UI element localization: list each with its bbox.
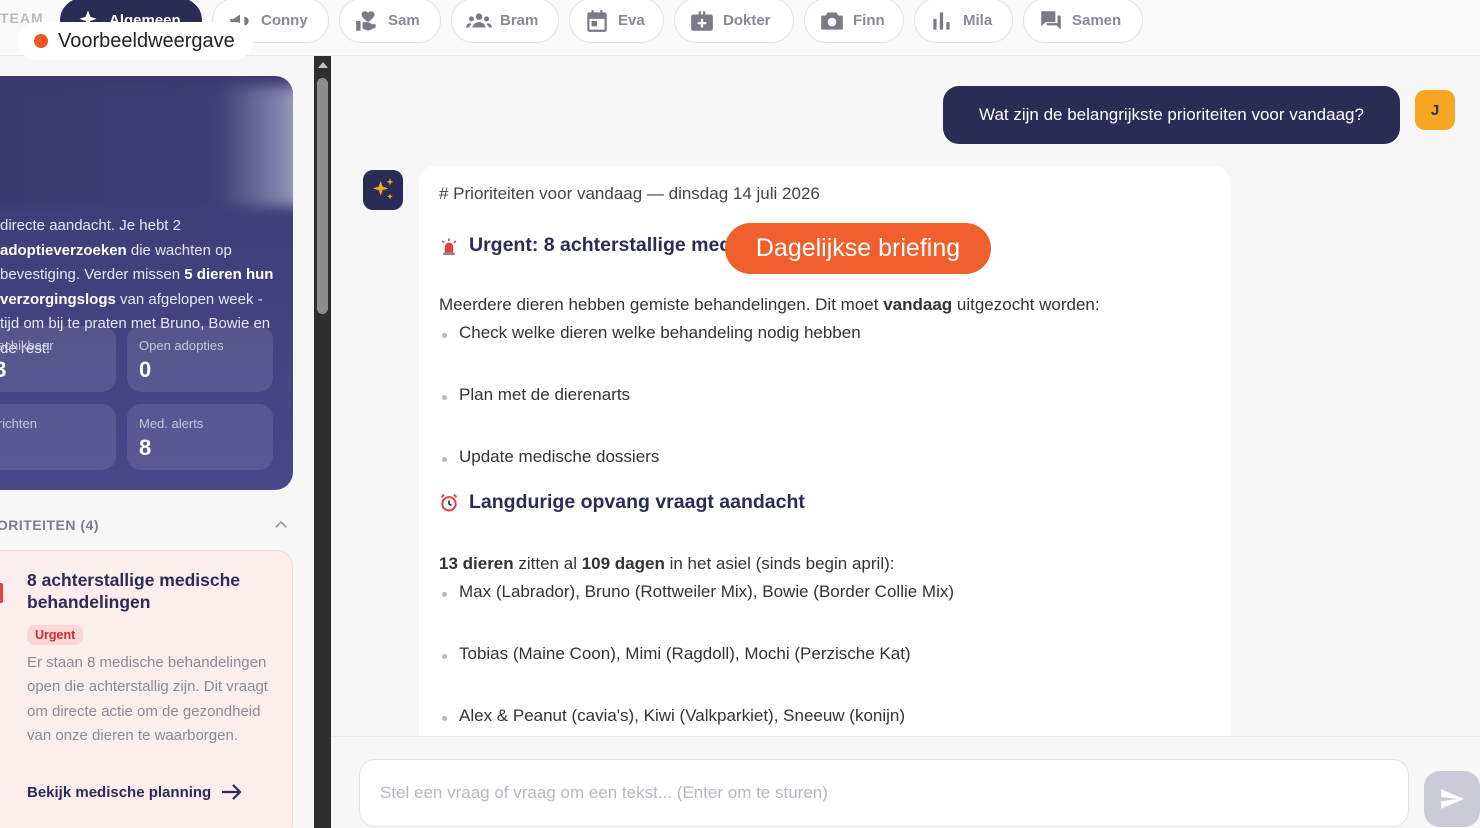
preview-mode-badge: Voorbeeldweergave <box>18 22 253 60</box>
calendar-icon <box>587 9 607 32</box>
list-item: Update medische dossiers <box>439 447 1219 487</box>
blurred-header <box>0 86 293 206</box>
list-item: Alex & Peanut (cavia's), Kiwi (Valkparki… <box>439 706 1219 736</box>
intro-bold: vandaag <box>883 295 953 314</box>
intro-bold: 13 dieren <box>439 554 514 573</box>
status-dot <box>34 34 48 48</box>
tab-sam[interactable]: Sam <box>339 0 441 43</box>
longstay-intro: 13 dieren zitten al 109 dagen in het asi… <box>439 554 1219 574</box>
intro-bold: 109 dagen <box>581 554 665 573</box>
chat-icon <box>1041 10 1061 30</box>
stat-open-adopties: Open adopties 0 <box>127 326 273 392</box>
tab-bram[interactable]: Bram <box>451 0 559 43</box>
stat-med-alerts: Med. alerts 8 <box>127 404 273 470</box>
summary-hero-card: directe aandacht. Je hebt 2 adoptieverzo… <box>0 76 293 490</box>
tab-label: Dokter <box>723 12 771 29</box>
user-message-bubble: Wat zijn de belangrijkste prioriteiten v… <box>943 86 1400 144</box>
chat-input[interactable]: Stel een vraag of vraag om een tekst... … <box>359 759 1409 827</box>
stat-value: 0 <box>139 357 152 382</box>
intro-text-end: uitgezocht worden: <box>952 295 1100 314</box>
list-item: Plan met de dierenarts <box>439 385 1219 447</box>
urgent-badge: Urgent <box>27 625 84 645</box>
list-item: Max (Labrador), Bruno (Rottweiler Mix), … <box>439 582 1219 644</box>
chat-input-bar: Stel een vraag of vraag om een tekst... … <box>331 736 1480 828</box>
stat-value: 13 <box>0 357 7 382</box>
preview-label: Voorbeeldweergave <box>58 29 235 52</box>
stat-label: Med. alerts <box>139 416 204 431</box>
response-heading: # Prioriteiten voor vandaag — dinsdag 14… <box>439 184 820 203</box>
priorities-section-header[interactable]: PRIORITEITEN (4) <box>0 516 290 534</box>
sidebar: directe aandacht. Je hebt 2 adoptieverzo… <box>0 56 314 828</box>
chat-area: Wat zijn de belangrijkste prioriteiten v… <box>331 56 1480 736</box>
longstay-heading: Langdurige opvang vraagt aandacht <box>439 491 1219 514</box>
scrollbar-thumb[interactable] <box>317 78 328 314</box>
stat-value: 8 <box>139 435 152 460</box>
intro-text: Meerdere dieren hebben gemiste behandeli… <box>439 295 884 314</box>
send-icon <box>1441 789 1464 809</box>
intro-text: zitten al <box>513 554 582 573</box>
tab-label: Samen <box>1072 12 1122 29</box>
stat-beschikbaar: Beschikbaar 13 <box>0 326 116 392</box>
stat-label: Berichten <box>0 416 37 431</box>
chevron-up-icon[interactable] <box>272 516 290 534</box>
urgent-marker-icon <box>0 583 3 603</box>
sidebar-scrollbar[interactable] <box>314 56 331 828</box>
sparkle-icon <box>372 178 394 200</box>
section-title: PRIORITEITEN (4) <box>0 517 100 533</box>
tab-finn[interactable]: Finn <box>804 0 904 43</box>
send-button[interactable] <box>1424 771 1480 827</box>
tab-samen[interactable]: Samen <box>1023 0 1143 43</box>
urgent-intro: Meerdere dieren hebben gemiste behandeli… <box>439 295 1219 315</box>
tab-label: Bram <box>500 12 539 29</box>
assistant-avatar <box>363 170 403 210</box>
view-medical-planning-link[interactable]: Bekijk medische planning <box>27 783 243 801</box>
summary-text-start: directe aandacht. Je hebt 2 <box>0 217 181 234</box>
link-label: Bekijk medische planning <box>27 783 212 801</box>
camera-icon <box>821 11 843 30</box>
tab-label: Finn <box>853 12 885 29</box>
tab-mila[interactable]: Mila <box>914 0 1013 43</box>
summary-text-bold: adoptieverzoeken <box>0 241 127 259</box>
user-avatar: J <box>1415 90 1455 130</box>
tab-label: Sam <box>388 12 420 29</box>
tab-label: Conny <box>261 12 308 29</box>
priority-title: 8 achterstallige medische behandelingen <box>27 570 241 612</box>
arrow-right-icon <box>222 784 242 800</box>
user-message-text: Wat zijn de belangrijkste prioriteiten v… <box>979 105 1364 124</box>
medkit-icon <box>691 10 713 31</box>
urgent-list: Check welke dieren welke behandeling nod… <box>439 323 1219 487</box>
bar-chart-icon <box>933 11 950 30</box>
list-item: Tobias (Maine Coon), Mimi (Ragdoll), Moc… <box>439 644 1219 706</box>
scroll-up-arrow-icon[interactable] <box>318 62 328 68</box>
priority-card[interactable]: 8 achterstallige medische behandelingen … <box>0 550 293 828</box>
intro-text-end: in het asiel (sinds begin april): <box>664 554 895 573</box>
daily-briefing-pill[interactable]: Dagelijkse briefing <box>725 223 991 274</box>
longstay-list: Max (Labrador), Bruno (Rottweiler Mix), … <box>439 582 1219 736</box>
stat-label: Open adopties <box>139 338 224 353</box>
list-item: Check welke dieren welke behandeling nod… <box>439 323 1219 385</box>
tab-eva[interactable]: Eva <box>569 0 664 43</box>
tab-dokter[interactable]: Dokter <box>674 0 794 43</box>
heart-hand-icon <box>356 10 376 31</box>
alarm-clock-icon <box>440 493 458 511</box>
tab-label: Eva <box>618 12 645 29</box>
group-icon <box>466 12 492 27</box>
tab-label: Mila <box>963 12 993 29</box>
stat-value: 2 <box>0 435 104 461</box>
priority-description: Er staan 8 medische behandelingen open d… <box>27 654 268 744</box>
siren-icon <box>441 238 457 255</box>
stat-berichten: Berichten 2 <box>0 404 116 470</box>
longstay-title: Langdurige opvang vraagt aandacht <box>469 491 805 513</box>
input-placeholder: Stel een vraag of vraag om een tekst... … <box>380 783 828 802</box>
stat-label: Beschikbaar <box>0 338 54 353</box>
